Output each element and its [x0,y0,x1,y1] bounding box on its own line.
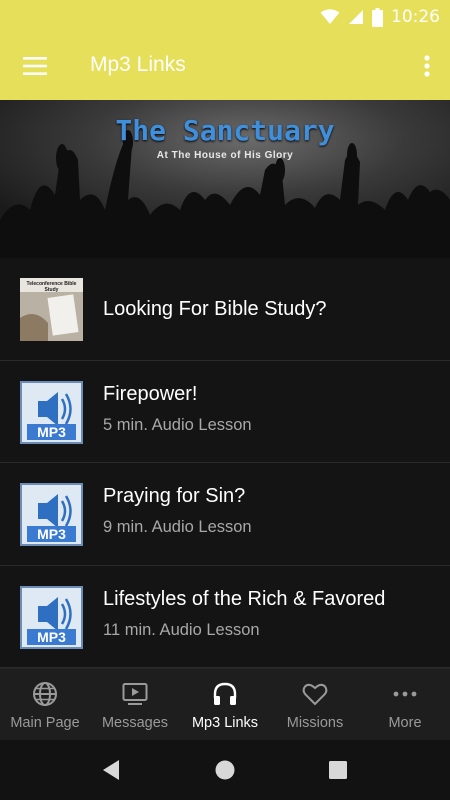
globe-icon [33,682,57,706]
overflow-menu-button[interactable] [416,49,438,83]
mp3-thumbnail: MP3 [20,483,83,546]
banner-subtitle: At The House of His Glory [156,150,294,161]
list-item[interactable]: MP3 Lifestyles of the Rich & Favored 11 … [0,566,450,668]
nav-label: Missions [286,715,344,731]
home-circle-icon [215,760,235,780]
nav-label: Messages [101,715,169,731]
status-bar: 10:26 [0,0,450,33]
nav-label: Main Page [10,715,80,731]
banner-title: The Sanctuary [115,114,335,147]
more-dots-icon [393,691,417,697]
nav-item-main-page[interactable]: Main Page [0,669,90,741]
item-subtitle: 5 min. Audio Lesson [103,415,252,434]
thumbnail-caption: Teleconference Bible Study [26,281,77,293]
page-title: Mp3 Links [90,53,186,76]
mp3-label: MP3 [37,423,66,440]
home-button[interactable] [213,758,237,782]
mp3-label: MP3 [37,628,66,645]
nav-item-messages[interactable]: Messages [90,669,180,741]
video-icon [122,683,148,705]
headphones-icon [213,682,237,705]
item-title: Looking For Bible Study? [103,298,327,320]
mp3-link-list: Teleconference Bible Study Looking For B… [0,258,450,668]
nav-item-mp3-links[interactable]: Mp3 Links [180,669,270,741]
recents-button[interactable] [326,758,350,782]
heart-icon [302,683,328,706]
mp3-thumbnail: MP3 [20,380,83,444]
list-item[interactable]: MP3 Praying for Sin? 9 min. Audio Lesson [0,463,450,566]
mp3-thumbnail: MP3 [20,585,83,649]
app-bar: Mp3 Links [0,33,450,100]
status-icons: 10:26 [320,6,440,28]
item-subtitle: 11 min. Audio Lesson [103,620,260,639]
bible-study-thumbnail: Teleconference Bible Study [20,278,83,341]
menu-button[interactable] [18,49,52,83]
wifi-icon [320,9,340,24]
cell-signal-icon [349,10,363,24]
header-banner: The Sanctuary At The House of His Glory [0,100,450,258]
back-button[interactable] [99,758,123,782]
status-time: 10:26 [391,7,440,27]
list-item[interactable]: MP3 Firepower! 5 min. Audio Lesson [0,361,450,463]
mp3-label: MP3 [37,526,66,542]
item-title: Lifestyles of the Rich & Favored [103,587,386,610]
more-vert-icon [424,55,430,77]
nav-item-missions[interactable]: Missions [270,669,360,741]
system-navigation-bar [0,740,450,800]
nav-item-more[interactable]: More [360,669,450,741]
hamburger-menu-icon [23,57,47,75]
list-item[interactable]: Teleconference Bible Study Looking For B… [0,258,450,361]
nav-label: Mp3 Links [191,715,259,731]
item-subtitle: 9 min. Audio Lesson [103,518,252,536]
recents-square-icon [329,761,347,779]
battery-icon [372,7,383,27]
bottom-navigation: Main Page Messages Mp3 Links Missions Mo… [0,668,450,740]
item-title: Firepower! [103,382,198,405]
nav-label: More [388,715,422,731]
item-title: Praying for Sin? [103,485,246,507]
back-triangle-icon [103,760,119,780]
